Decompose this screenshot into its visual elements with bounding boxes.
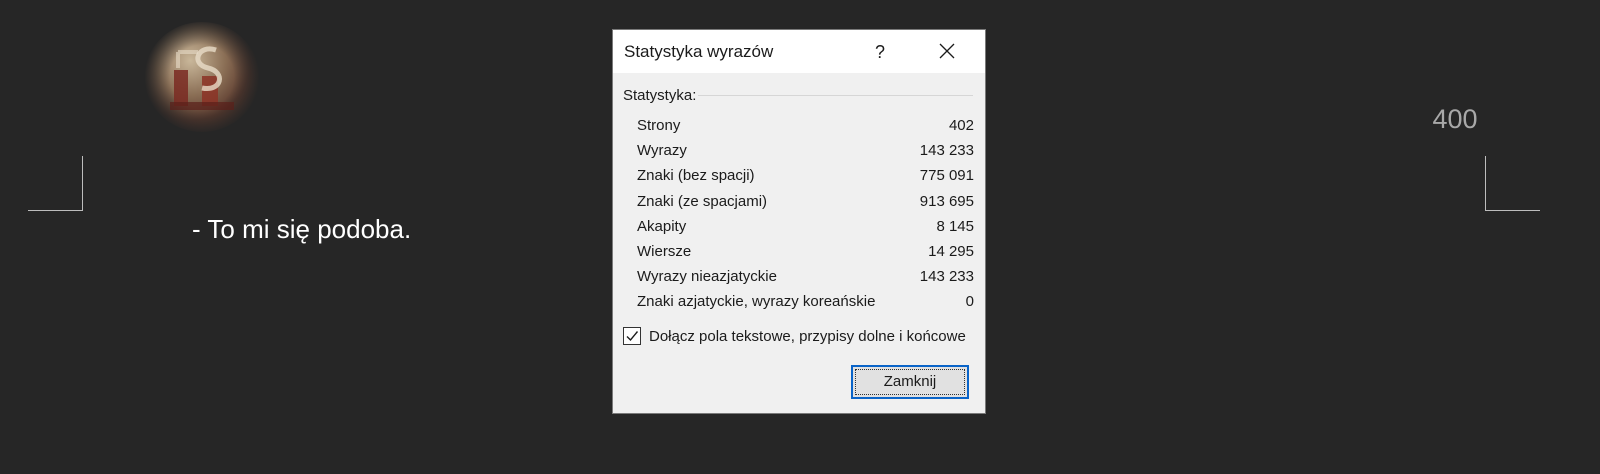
stat-label: Strony	[637, 117, 681, 134]
stat-value: 775 091	[919, 167, 974, 185]
crop-mark-right	[1485, 156, 1540, 211]
close-title-button[interactable]	[925, 34, 969, 68]
stat-value: 8 145	[936, 217, 974, 235]
stat-label: Znaki (bez spacji)	[637, 167, 755, 185]
stat-value: 143 233	[919, 142, 974, 160]
stat-label: Znaki (ze spacjami)	[637, 192, 768, 210]
logo-icon	[144, 22, 260, 132]
stats-list: Strony 402 Wyrazy 143 233 Znaki (bez spa…	[637, 114, 974, 316]
close-icon	[939, 43, 955, 59]
stat-value: 143 233	[919, 268, 974, 286]
stat-row-lines: Wiersze 14 295	[637, 240, 974, 265]
stat-label: Wyrazy nieazjatyckie	[637, 268, 777, 286]
include-textboxes-label: Dołącz pola tekstowe, przypisy dolne i k…	[649, 328, 966, 345]
group-divider	[698, 95, 973, 96]
stat-value: 14 295	[928, 242, 974, 260]
stat-value: 913 695	[919, 192, 974, 210]
dialog-titlebar[interactable]: Statystyka wyrazów ?	[613, 30, 985, 73]
stat-row-pages: Strony 402	[637, 114, 974, 139]
stats-group-label: Statystyka:	[623, 87, 697, 104]
stat-label: Wyrazy	[637, 142, 687, 160]
document-text-line: - To mi się podoba.	[192, 214, 412, 244]
dialog-title: Statystyka wyrazów	[624, 42, 774, 61]
stat-value: 402	[948, 117, 974, 134]
help-button[interactable]: ?	[866, 38, 894, 66]
checkmark-icon	[626, 331, 639, 342]
crop-mark-left	[28, 156, 83, 211]
stat-row-non-asian-words: Wyrazy nieazjatyckie 143 233	[637, 265, 974, 290]
page-number: 400	[1432, 104, 1478, 134]
word-count-dialog: Statystyka wyrazów ? Statystyka: Strony …	[613, 30, 985, 413]
stat-row-paragraphs: Akapity 8 145	[637, 215, 974, 240]
stat-label: Wiersze	[637, 242, 692, 260]
stat-value: 0	[965, 293, 974, 311]
stat-label: Znaki azjatyckie, wyrazy koreańskie	[637, 293, 876, 311]
stat-row-chars-with-spaces: Znaki (ze spacjami) 913 695	[637, 190, 974, 215]
stat-row-words: Wyrazy 143 233	[637, 139, 974, 164]
close-button[interactable]: Zamknij	[851, 365, 969, 399]
include-textboxes-checkbox[interactable]	[623, 327, 641, 345]
document-canvas: 400 - To mi się podoba. Statystyka wyraz…	[0, 0, 1600, 474]
stat-label: Akapity	[637, 217, 687, 235]
stat-row-chars-no-spaces: Znaki (bez spacji) 775 091	[637, 164, 974, 189]
stat-row-asian-chars: Znaki azjatyckie, wyrazy koreańskie 0	[637, 290, 974, 315]
